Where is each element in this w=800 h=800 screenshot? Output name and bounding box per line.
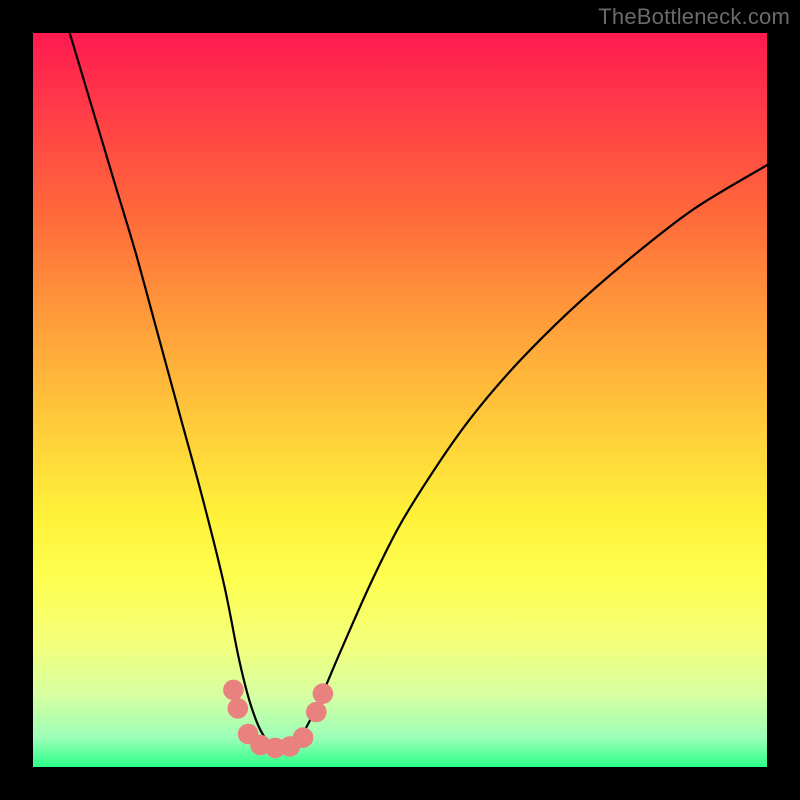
plot-area (33, 33, 767, 767)
curve-marker (293, 727, 314, 748)
watermark-text: TheBottleneck.com (598, 4, 790, 30)
curve-marker (228, 698, 249, 719)
curve-markers (223, 680, 333, 759)
bottleneck-curve (70, 33, 767, 749)
curve-marker (306, 702, 327, 723)
curve-layer (33, 33, 767, 767)
curve-marker (223, 680, 244, 701)
chart-frame: TheBottleneck.com (0, 0, 800, 800)
curve-marker (313, 683, 334, 704)
